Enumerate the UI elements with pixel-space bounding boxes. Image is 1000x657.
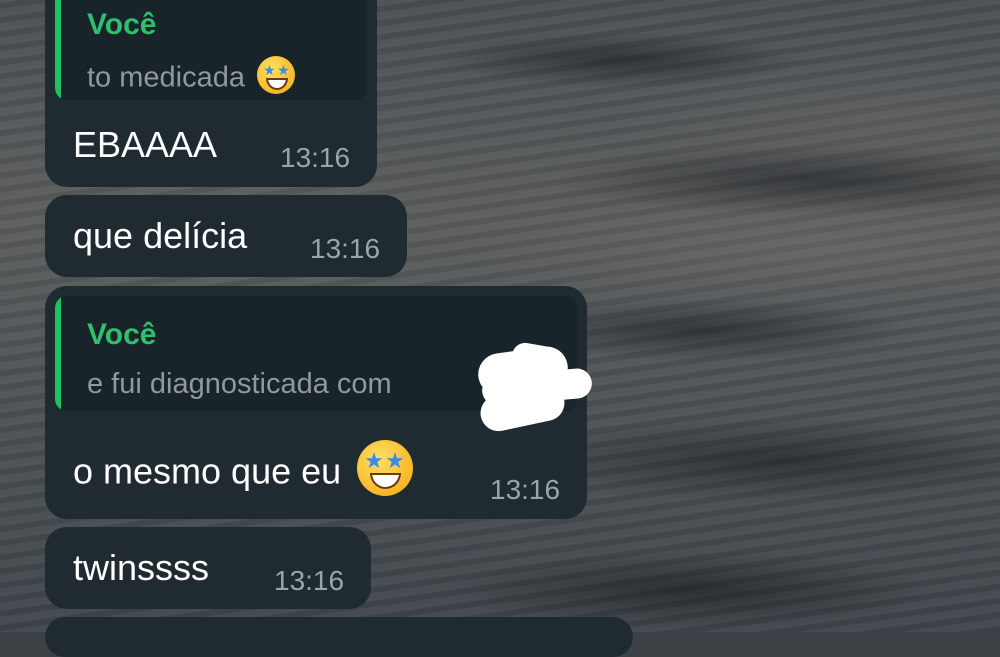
reply-accent-bar (55, 0, 61, 100)
message-bubble[interactable]: que delícia 13:16 (45, 195, 407, 277)
reply-author: Você (87, 318, 157, 351)
reply-quote[interactable]: Você to medicada ★ ★ (55, 0, 367, 100)
message-bubble[interactable]: twinssss 13:16 (45, 527, 371, 609)
message-text: EBAAAA (73, 124, 218, 165)
message-time: 13:16 (280, 142, 351, 173)
message-time: 13:16 (490, 474, 561, 505)
message-bubble[interactable]: Você to medicada ★ ★ EBAAAA 13:16 (45, 0, 377, 187)
star-struck-emoji-icon: ★ ★ (257, 56, 296, 94)
message-text: que delícia (73, 215, 248, 256)
star-struck-emoji-icon: ★ ★ (357, 440, 414, 496)
message-time: 13:16 (274, 565, 345, 596)
reply-author: Você (87, 8, 157, 41)
message-bubble-partial[interactable] (45, 617, 633, 657)
message-time: 13:16 (310, 233, 381, 264)
message-text: o mesmo que eu ★ ★ (73, 440, 414, 502)
message-text: twinssss (73, 547, 210, 588)
reply-accent-bar (55, 296, 61, 411)
reply-text: to medicada ★ ★ (87, 56, 296, 98)
reply-text: e fui diagnosticada com (87, 368, 392, 400)
